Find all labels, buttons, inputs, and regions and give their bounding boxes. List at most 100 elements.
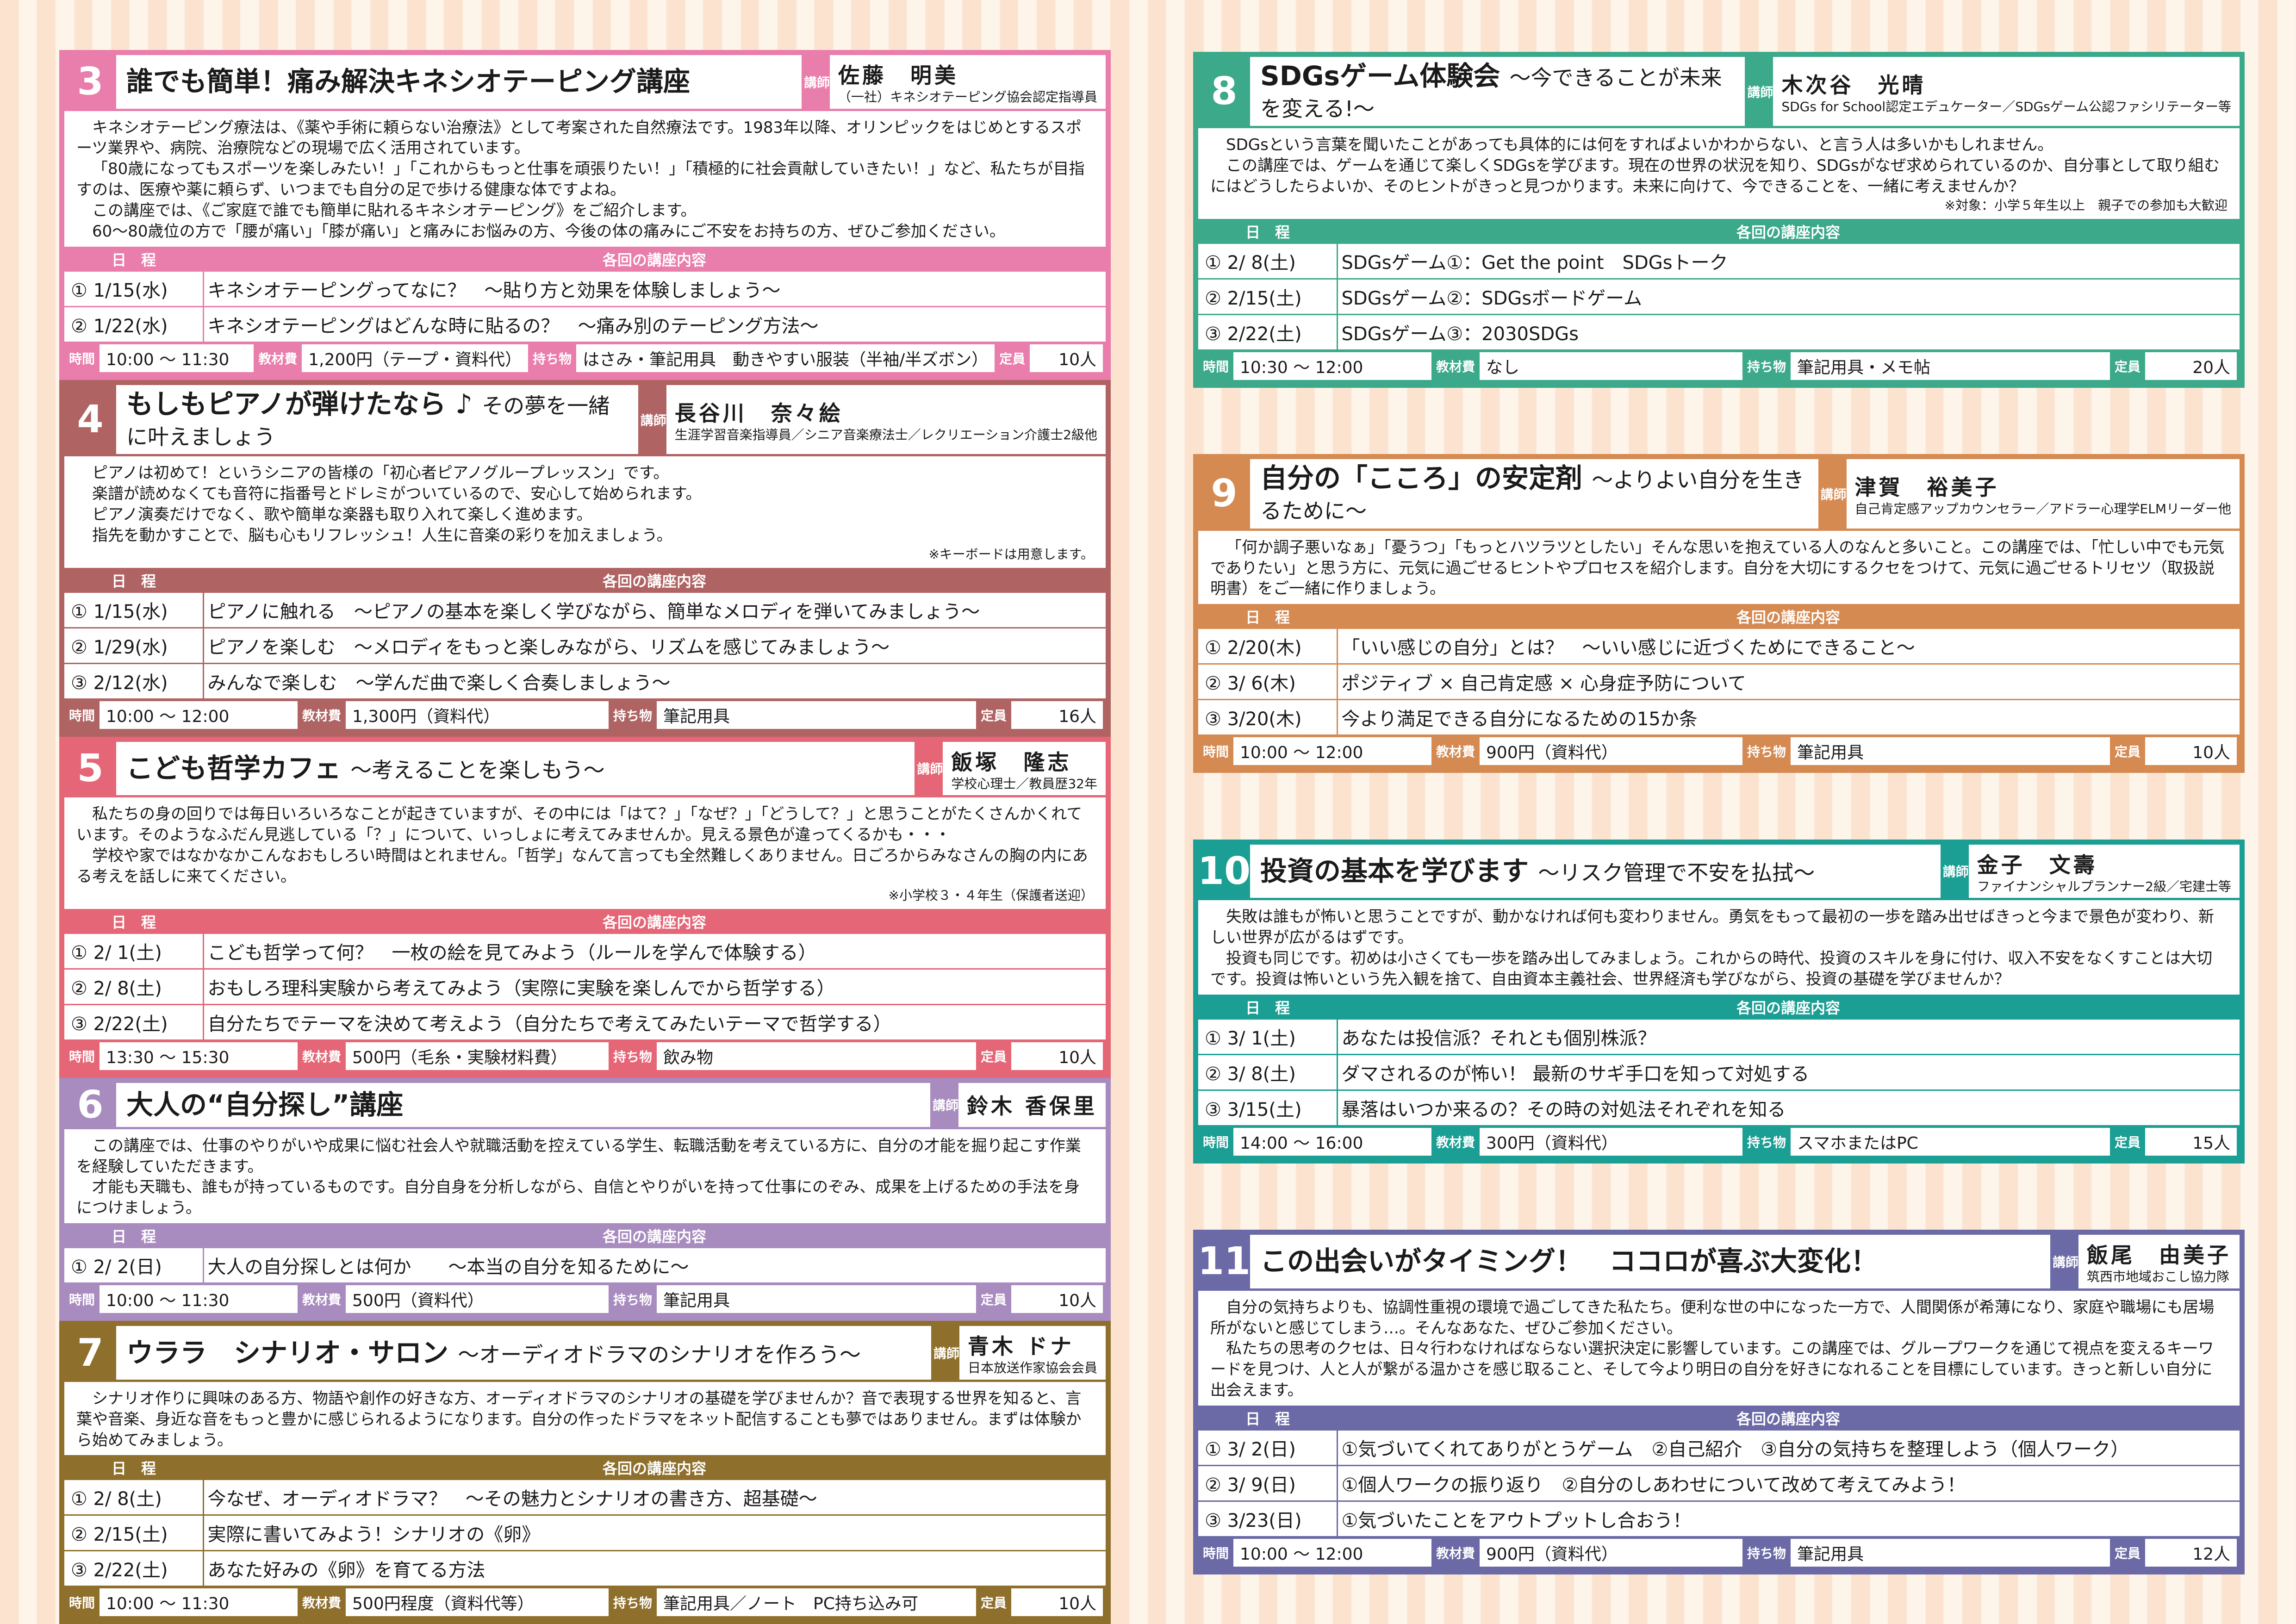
schedule-header: 日 程	[64, 567, 203, 593]
lecturer-name: 佐藤 明美	[838, 63, 958, 88]
time-label: 時間	[1203, 1546, 1229, 1561]
capacity-label: 定員	[999, 351, 1026, 367]
course-header: 9 自分の「こころ」の安定剤 〜よりよい自分を生きるために〜 講師 津賀 裕美子…	[1198, 459, 2240, 531]
session-row: ② 1/22(水) キネシオテーピングはどんな時に貼るの？ 〜痛み別のテーピング方…	[64, 306, 1106, 342]
session-content: こども哲学って何？ 一枚の絵を見てみよう（ルールを学んで体験する）	[203, 933, 1106, 970]
time-label: 時間	[1203, 744, 1229, 760]
session-content: ポジティブ × 自己肯定感 × 心身症予防について	[1337, 664, 2240, 701]
course-header: 4 もしもピアノが弾けたなら ♪ その夢を一緒に叶えましょう 講師 長谷川 奈々…	[64, 385, 1106, 457]
description-paragraph: ピアノ演奏だけでなく、歌や簡単な楽器も取り入れて楽しく進めます。	[92, 505, 592, 524]
session-content: キネシオテーピングってなに？ 〜貼り方と効果を体験しましょう〜	[203, 271, 1106, 307]
description-paragraph: キネシオテーピング療法は、《薬や手術に頼らない治療法》として考案された自然療法で…	[76, 118, 1082, 158]
course-title: 自分の「こころ」の安定剤	[1260, 462, 1583, 494]
schedule-table: 日 程各回の講座内容 ① 2/ 8(土) SDGsゲーム①：Get the poi…	[1198, 218, 2240, 349]
lecturer-tag: 講師	[1820, 459, 1847, 529]
course-title: 投資の基本を学びます	[1260, 855, 1529, 887]
session-date: ① 3/ 2(日)	[1198, 1431, 1338, 1466]
bring-label: 持ち物	[1747, 1134, 1786, 1150]
capacity-value: 20人	[2145, 352, 2237, 380]
session-row: ① 3/ 1(土) あなたは投信派？それとも個別株派？	[1198, 1019, 2240, 1055]
description-paragraph: 投資も同じです。初めは小さくても一歩を踏み出してみましょう。これからの時代、投資…	[1210, 949, 2213, 989]
description-paragraph: シナリオ作りに興味のある方、物語や創作の好きな方、オーディオドラマのシナリオの基…	[76, 1389, 1082, 1450]
capacity-value: 10人	[1011, 1042, 1103, 1070]
course-subtitle: 〜考えることを楽しもう〜	[350, 758, 605, 783]
capacity-label: 定員	[2114, 744, 2140, 760]
time-label: 時間	[69, 1049, 95, 1064]
lecturer-tag: 講師	[1942, 844, 1969, 898]
lecturer-role: 自己肯定感アップカウンセラー／アドラー心理学ELMリーダー他	[1854, 501, 2231, 517]
lecturer-box: 講師 青木 ドナ 日本放送作家協会会員	[931, 1326, 1106, 1380]
session-row: ② 1/29(水) ピアノを楽しむ 〜メロディをもっと楽しみながら、リズムを感じて…	[64, 628, 1106, 664]
course-header: 8 SDGsゲーム体験会 〜今できることが未来を変える!〜 講師 木次谷 光晴 …	[1198, 57, 2240, 129]
session-date: ① 2/ 1(土)	[64, 933, 204, 970]
time-label: 時間	[69, 1292, 95, 1308]
description-paragraph: この講座では、ゲームを通じて楽しくSDGsを学びます。現在の世界の状況を知り、S…	[1210, 156, 2220, 196]
session-content: あなたは投信派？それとも個別株派？	[1337, 1019, 2240, 1055]
session-content: みんなで楽しむ 〜学んだ曲で楽しく合奏しましょう〜	[203, 663, 1106, 698]
fee-value: 500円程度（資料代等）	[346, 1588, 609, 1617]
course-title: 誰でも簡単！痛み解決キネシオテーピング講座	[126, 66, 691, 98]
lecturer-tag: 講師	[933, 1326, 959, 1380]
description-note: ※小学校３・４年生（保護者送迎）	[888, 887, 1094, 903]
course-footer: 時間 10:00 〜 12:00 教材費 900円（資料代） 持ち物 筆記用具 …	[1198, 1536, 2240, 1569]
session-row: ② 2/15(土) SDGsゲーム②：SDGsボードゲーム	[1198, 279, 2240, 315]
schedule-table: 日 程各回の講座内容 ① 1/15(水) キネシオテーピングってなに？ 〜貼り方と…	[64, 246, 1106, 342]
course-card-9: 9 自分の「こころ」の安定剤 〜よりよい自分を生きるために〜 講師 津賀 裕美子…	[1193, 454, 2245, 773]
lecturer-box: 講師 飯塚 隆志 学校心理士／教員歴32年	[915, 741, 1106, 796]
capacity-label: 定員	[2114, 1134, 2140, 1150]
content-header: 各回の講座内容	[1337, 604, 2240, 629]
schedule-table: 日 程各回の講座内容 ① 2/ 1(土) こども哲学って何？ 一枚の絵を見てみよう…	[64, 908, 1106, 1039]
capacity-label: 定員	[980, 1049, 1007, 1064]
session-content: ピアノに触れる 〜ピアノの基本を楽しく学びながら、簡単なメロディを弾いてみましょ…	[203, 592, 1106, 628]
schedule-table: 日 程各回の講座内容 ① 2/ 2(日) 大人の自分探しとは何か 〜本当の自分を知…	[64, 1223, 1106, 1283]
lecturer-name: 木次谷 光晴	[1781, 72, 1926, 98]
description-note: ※対象：小学５年生以上 親子での参加も大歓迎	[1944, 198, 2228, 213]
time-value: 10:00 〜 11:30	[100, 1285, 298, 1313]
right-column: 8 SDGsゲーム体験会 〜今できることが未来を変える!〜 講師 木次谷 光晴 …	[1193, 52, 2245, 1574]
session-row: ① 2/ 8(土) 今なぜ、オーディオドラマ？ 〜その魅力とシナリオの書き方、超基…	[64, 1480, 1106, 1516]
course-title-block: もしもピアノが弾けたなら ♪ その夢を一緒に叶えましょう	[116, 385, 638, 454]
course-card-3: 3 誰でも簡単！痛み解決キネシオテーピング講座 講師 佐藤 明美 （一社）キネシ…	[59, 50, 1111, 380]
session-row: ③ 3/20(木) 今より満足できる自分になるための15か条	[1198, 699, 2240, 735]
session-date: ③ 3/20(木)	[1198, 699, 1338, 735]
course-footer: 時間 14:00 〜 16:00 教材費 300円（資料代） 持ち物 スマホまた…	[1198, 1125, 2240, 1158]
lecturer-name: 長谷川 奈々絵	[674, 400, 843, 426]
bring-label: 持ち物	[613, 1292, 653, 1308]
session-row: ② 3/ 8(土) ダマされるのが怖い！ 最新のサギ手口を知って対処する	[1198, 1054, 2240, 1091]
time-value: 10:00 〜 12:00	[1233, 737, 1432, 765]
session-date: ② 2/ 8(土)	[64, 969, 204, 1005]
session-content: ①気づいたことをアウトプットし合おう！	[1337, 1501, 2240, 1536]
capacity-label: 定員	[980, 708, 1007, 723]
schedule-header: 日 程	[1198, 994, 1337, 1020]
lecturer-role: （一社）キネシオテーピング協会認定指導員	[838, 89, 1097, 105]
course-title: SDGsゲーム体験会	[1260, 60, 1500, 92]
course-description: キネシオテーピング療法は、《薬や手術に頼らない治療法》として考案された自然療法で…	[64, 111, 1106, 247]
session-date: ③ 2/22(土)	[64, 1550, 204, 1586]
session-content: ピアノを楽しむ 〜メロディをもっと楽しみながら、リズムを感じてみましょう〜	[203, 628, 1106, 664]
course-header: 5 こども哲学カフェ 〜考えることを楽しもう〜 講師 飯塚 隆志 学校心理士／教…	[64, 741, 1106, 798]
session-content: 実際に書いてみよう！シナリオの《卵》	[203, 1515, 1106, 1552]
lecturer-role: 筑西市地域おこし協力隊	[2087, 1269, 2230, 1285]
session-row: ③ 2/22(土) 自分たちでテーマを決めて考えよう（自分たちで考えてみたいテーマ…	[64, 1004, 1106, 1039]
bring-value: 筆記用具	[657, 1285, 976, 1313]
lecturer-box: 講師 金子 文壽 ファイナンシャルプランナー2級／宅建士等	[1940, 844, 2240, 898]
course-header: 6 大人の“自分探し”講座 講師 鈴木 香保里	[64, 1083, 1106, 1129]
session-row: ② 3/ 6(木) ポジティブ × 自己肯定感 × 心身症予防について	[1198, 664, 2240, 701]
course-description: SDGsという言葉を聞いたことがあっても具体的には何をすればよいかわからない、と…	[1198, 128, 2240, 219]
time-value: 13:30 〜 15:30	[100, 1042, 298, 1070]
course-title-block: 投資の基本を学びます 〜リスク管理で不安を払拭〜	[1250, 845, 1941, 898]
session-date: ② 2/15(土)	[64, 1515, 204, 1552]
time-value: 14:00 〜 16:00	[1233, 1127, 1432, 1156]
session-date: ① 2/ 8(土)	[64, 1480, 204, 1516]
description-paragraph: 学校や家ではなかなかこんなおもしろい時間はとれません。「哲学」なんて言っても全然…	[76, 846, 1088, 886]
lecturer-box: 講師 飯尾 由美子 筑西市地域おこし協力隊	[2050, 1235, 2240, 1288]
bring-value: 筆記用具	[1791, 737, 2110, 765]
description-paragraph: 指先を動かすことで、脳も心もリフレッシュ！人生に音楽の彩りを加えましょう。	[92, 526, 672, 545]
course-card-10: 10 投資の基本を学びます 〜リスク管理で不安を払拭〜 講師 金子 文壽 ファイ…	[1193, 839, 2245, 1164]
bring-label: 持ち物	[1747, 1546, 1786, 1561]
description-paragraph: この講座では、仕事のやりがいや成果に悩む社会人や就職活動を控えている学生、転職活…	[76, 1136, 1081, 1176]
session-date: ① 2/ 8(土)	[1198, 243, 1338, 280]
capacity-value: 10人	[1011, 1588, 1103, 1617]
description-paragraph: SDGsという言葉を聞いたことがあっても具体的には何をすればよいかわからない、と…	[1226, 136, 2053, 155]
session-content: ①個人ワークの振り返り ②自分のしあわせについて改めて考えてみよう！	[1337, 1465, 2240, 1502]
